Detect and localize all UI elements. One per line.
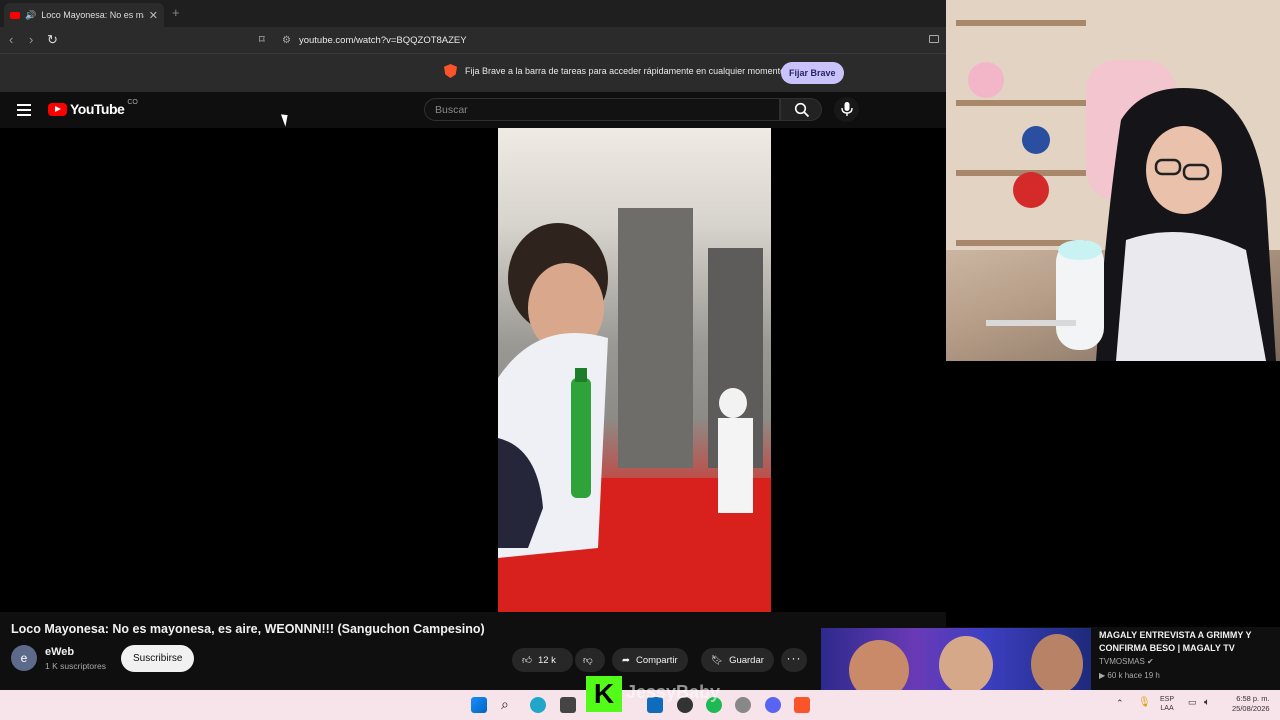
- system-clock[interactable]: 6:58 p. m. 25/08/2026: [1232, 694, 1270, 714]
- thumbnail-person-right: [1031, 634, 1083, 690]
- youtube-favicon-icon: [10, 11, 20, 19]
- save-label: Guardar: [729, 654, 764, 666]
- share-label: Compartir: [635, 654, 678, 666]
- suggested-video-meta-text: 60 k hace 19 h: [1107, 671, 1160, 680]
- video-scene-image: [498, 208, 771, 612]
- language-indicator[interactable]: ESP LAA: [1160, 695, 1174, 713]
- browser-nav-bar: ‹ › ↻ ⌑ ⚙ youtube.com/watch?v=BQQZOT8AZE…: [0, 27, 946, 53]
- app-icon[interactable]: [560, 697, 576, 713]
- subscriber-count: 1 K suscriptores: [45, 661, 106, 671]
- pin-brave-button[interactable]: Fijar Brave: [781, 62, 844, 84]
- channel-avatar[interactable]: e: [11, 645, 37, 671]
- subscribe-button[interactable]: Suscribirse: [121, 645, 195, 672]
- hamburger-menu-icon[interactable]: [17, 104, 31, 119]
- verified-check-icon: ✔: [1147, 657, 1154, 666]
- suggested-video-title[interactable]: MAGALY ENTREVISTA A GRIMMY Y CONFIRMA BE…: [1099, 629, 1269, 655]
- brave-icon[interactable]: [794, 697, 810, 713]
- address-bar[interactable]: ⚙ youtube.com/watch?v=BQQZOT8AZEY: [282, 30, 932, 50]
- search-icon[interactable]: ⌕: [501, 696, 509, 713]
- more-actions-button[interactable]: ···: [781, 648, 807, 672]
- keyboard-layout: LAA: [1160, 705, 1174, 712]
- bookmark-icon[interactable]: ⌑: [259, 33, 265, 46]
- cast-icon[interactable]: [929, 35, 939, 43]
- suggested-channel-name: TVMOSMAS: [1099, 657, 1145, 666]
- channel-name[interactable]: eWeb: [45, 646, 74, 658]
- language-code: ESP: [1160, 696, 1175, 703]
- tray-chevron-icon[interactable]: ⌃: [1116, 698, 1124, 709]
- settings-gear-icon[interactable]: [735, 697, 751, 713]
- thumbs-down-icon: 👎︎: [583, 655, 593, 666]
- discord-icon[interactable]: [765, 697, 781, 713]
- save-button[interactable]: 🔖︎ Guardar: [701, 648, 774, 672]
- video-details: Loco Mayonesa: No es mayonesa, es aire, …: [0, 612, 946, 688]
- youtube-play-icon: [48, 102, 67, 116]
- network-icon[interactable]: ▭: [1188, 697, 1197, 708]
- voice-search-button[interactable]: [834, 97, 859, 122]
- tab-title: Loco Mayonesa: No es mayonesa, es aire, …: [41, 10, 144, 20]
- video-title: Loco Mayonesa: No es mayonesa, es aire, …: [11, 622, 485, 636]
- thumbs-up-icon: 👍︎: [522, 655, 532, 666]
- windows-start-icon[interactable]: [471, 697, 487, 713]
- volume-icon[interactable]: 🔈︎: [1204, 697, 1210, 708]
- windows-taskbar: ⌕ K JessyBaby ⌃ 🎙︎ ESP LAA ▭ 🔈︎ 6:58 p. …: [0, 676, 1280, 720]
- thumbnail-person-center: [939, 636, 993, 690]
- speaker-icon[interactable]: 🔊: [25, 10, 36, 21]
- youtube-header: YouTube CO Buscar: [0, 92, 946, 128]
- thumbnail-person-left: [849, 640, 909, 690]
- kick-logo: K: [586, 676, 622, 712]
- webcam-scene-image: [946, 0, 1280, 361]
- forward-icon[interactable]: ›: [29, 32, 33, 47]
- url-text: youtube.com/watch?v=BQQZOT8AZEY: [298, 34, 467, 46]
- streamer-watermark: JessyBaby: [626, 682, 721, 702]
- like-button[interactable]: 👍︎ 12 k: [512, 648, 573, 672]
- site-settings-icon[interactable]: ⚙: [282, 35, 291, 46]
- share-arrow-icon: ➦: [622, 654, 630, 666]
- logo-wordmark: YouTube: [70, 101, 125, 117]
- browser-tab[interactable]: 🔊 Loco Mayonesa: No es mayonesa, es aire…: [4, 3, 164, 27]
- brave-lion-icon: [444, 64, 457, 78]
- edge-browser-icon[interactable]: [530, 697, 546, 713]
- clock-time: 6:58 p. m.: [1236, 694, 1270, 703]
- infobar-message: Fija Brave a la barra de tareas para acc…: [465, 66, 786, 76]
- browser-tab-bar: 🔊 Loco Mayonesa: No es mayonesa, es aire…: [0, 0, 946, 27]
- close-tab-icon[interactable]: ✕: [149, 9, 158, 22]
- suggested-video-thumbnail[interactable]: [821, 628, 1091, 690]
- new-tab-button[interactable]: +: [172, 5, 180, 20]
- microphone-icon: [841, 102, 853, 116]
- like-count: 12 k: [537, 654, 556, 666]
- video-player[interactable]: [0, 128, 946, 612]
- youtube-logo[interactable]: YouTube CO: [48, 98, 138, 117]
- search-input[interactable]: Buscar: [424, 98, 780, 121]
- share-button[interactable]: ➦ Compartir: [612, 648, 688, 672]
- video-frame[interactable]: [498, 128, 771, 612]
- suggested-video-meta: ▶ 60 k hace 19 h: [1099, 671, 1160, 680]
- clock-date: 25/08/2026: [1232, 704, 1270, 713]
- bookmark-save-icon: 🔖︎: [711, 654, 724, 666]
- suggested-video-channel[interactable]: TVMOSMAS ✔: [1099, 657, 1154, 666]
- right-column-background: [946, 361, 1280, 627]
- streamer-webcam: [946, 0, 1280, 361]
- search-icon: [794, 102, 810, 118]
- back-icon[interactable]: ‹: [9, 32, 13, 47]
- dislike-button[interactable]: 👎︎: [575, 648, 605, 672]
- country-code: CO: [127, 98, 138, 106]
- tray-microphone-icon[interactable]: 🎙︎: [1138, 697, 1151, 708]
- reload-icon[interactable]: ↻: [47, 32, 58, 48]
- search-button[interactable]: [780, 98, 822, 121]
- pin-brave-infobar: Fija Brave a la barra de tareas para acc…: [0, 53, 946, 92]
